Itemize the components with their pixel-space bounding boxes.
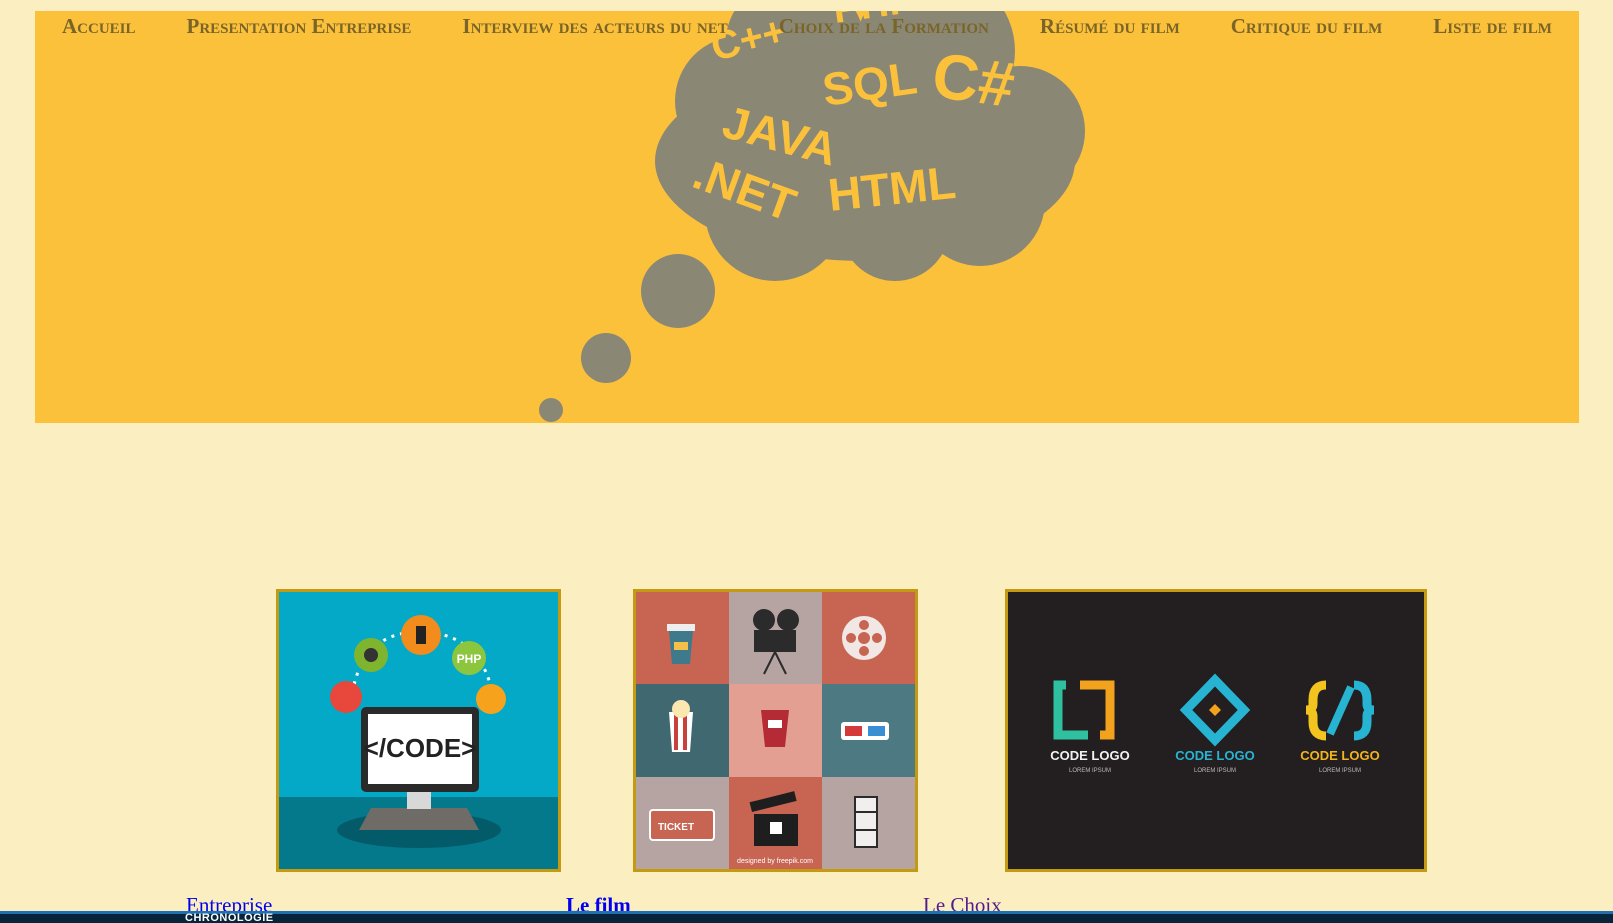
nav-item-interview[interactable]: Interview des acteurs du net — [462, 14, 727, 39]
php-bubble-label: PHP — [457, 652, 482, 666]
nav-item-accueil[interactable]: Accueil — [62, 14, 136, 39]
nav-item-liste-film[interactable]: Liste de film — [1433, 14, 1552, 39]
cloud-word-csharp: C# — [928, 39, 1019, 122]
logo-text-2: CODE LOGO — [1175, 748, 1254, 763]
logo-text-3: CODE LOGO — [1300, 748, 1379, 763]
card-choix-image[interactable]: CODE LOGO LOREM IPSUM CODE LOGO LOREM IP… — [1005, 589, 1427, 872]
ticket-icon: TICKET — [649, 809, 715, 841]
card-film-image[interactable]: TICKET designed by freepik.com — [633, 589, 918, 872]
freepik-credit: designed by freepik.com — [737, 858, 813, 865]
logo-sub-1: LOREM IPSUM — [1069, 768, 1111, 774]
3d-glasses-icon — [841, 722, 889, 740]
popcorn-icon — [669, 700, 693, 752]
html-tag-icon — [330, 681, 362, 713]
drink-cup-icon — [761, 710, 789, 747]
logo-text-1: CODE LOGO — [1050, 748, 1129, 763]
chronologie-label[interactable]: CHRONOLOGIE — [185, 912, 274, 923]
ticket-text: TICKET — [658, 822, 694, 833]
logo-sub-3: LOREM IPSUM — [1319, 768, 1361, 774]
nav-item-resume-film[interactable]: Résumé du film — [1040, 14, 1180, 39]
cinema-icons-illustration: TICKET designed by freepik.com — [636, 592, 915, 869]
card-entreprise-image[interactable]: </CODE> PHP — [276, 589, 561, 872]
main-nav: Accueil Presentation Entreprise Intervie… — [35, 11, 1579, 41]
thought-cloud-illustration: C++ PHP SQL C# JAVA .NET HTML — [539, 11, 1085, 422]
code-screen-text: </CODE> — [364, 733, 477, 763]
search-icon — [476, 684, 506, 714]
logo-sub-2: LOREM IPSUM — [1194, 768, 1236, 774]
nav-item-choix-formation[interactable]: Choix de la Formation — [779, 14, 989, 39]
nav-item-presentation-entreprise[interactable]: Presentation Entreprise — [187, 14, 412, 39]
code-computer-illustration: </CODE> PHP — [279, 592, 558, 869]
nav-item-critique-film[interactable]: Critique du film — [1231, 14, 1383, 39]
bottom-strip: CHRONOLOGIE — [0, 911, 1613, 923]
code-logos-illustration: CODE LOGO LOREM IPSUM CODE LOGO LOREM IP… — [1008, 592, 1424, 869]
film-reel-icon — [842, 616, 886, 660]
header-banner: C++ PHP SQL C# JAVA .NET HTML — [35, 11, 1579, 423]
film-strip-icon — [854, 796, 878, 848]
